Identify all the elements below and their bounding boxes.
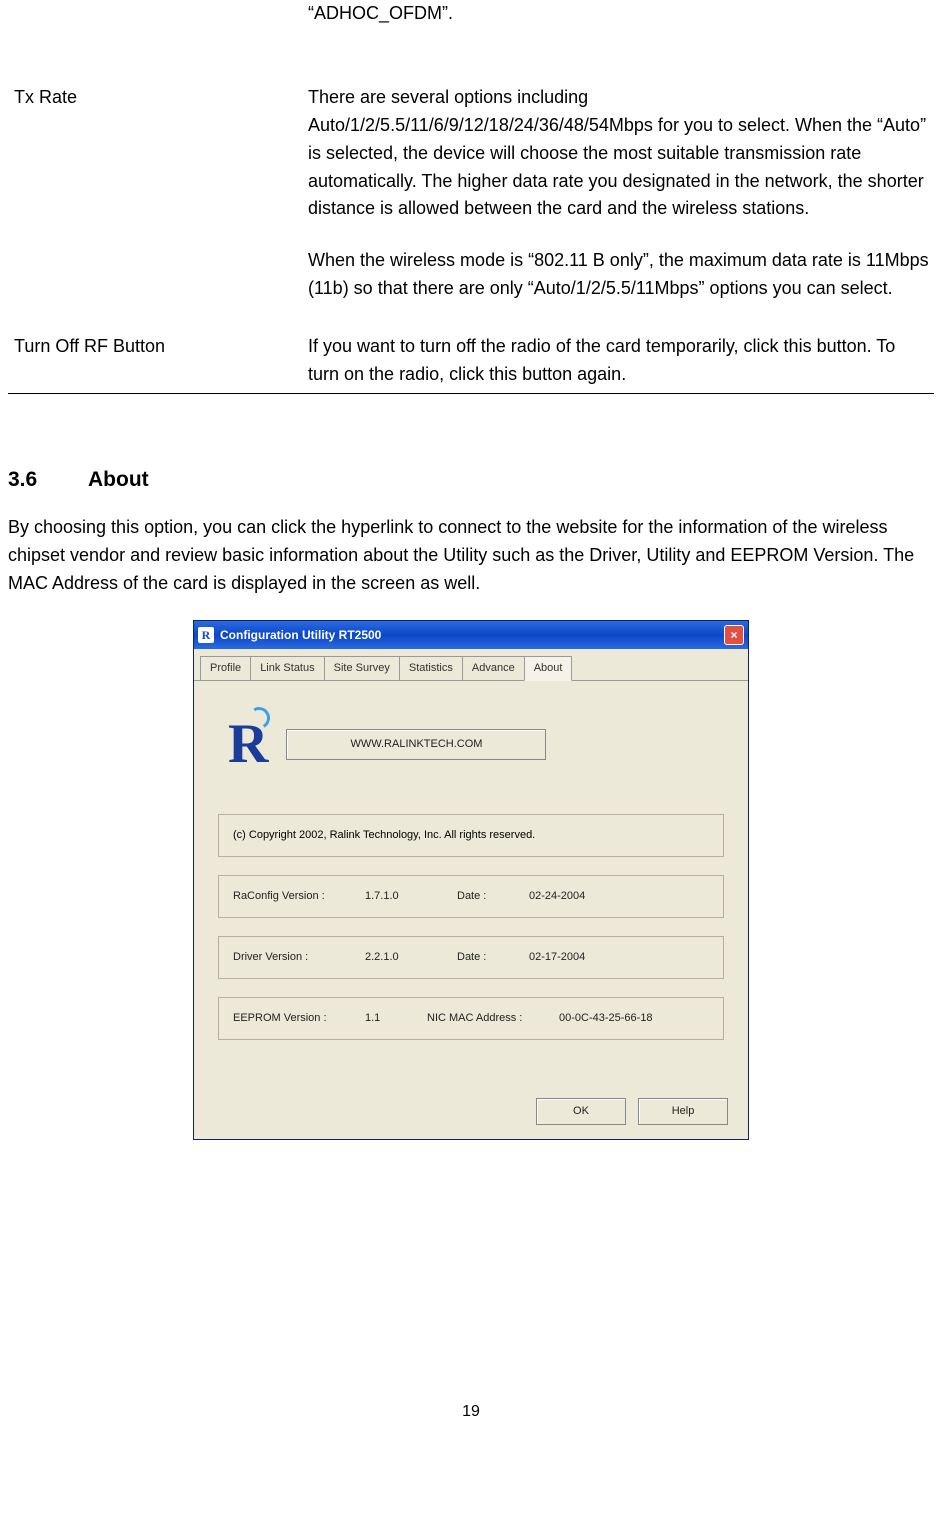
help-button[interactable]: Help	[638, 1098, 728, 1125]
dialog-button-row: OK Help	[194, 1088, 748, 1139]
table-row: Tx Rate There are several options includ…	[8, 84, 934, 303]
param-label: Turn Off RF Button	[8, 333, 308, 389]
tab-statistics[interactable]: Statistics	[399, 656, 463, 680]
tab-site-survey[interactable]: Site Survey	[324, 656, 400, 680]
driver-date: 02-17-2004	[529, 949, 585, 966]
mac-label: NIC MAC Address :	[427, 1010, 547, 1027]
window-title: Configuration Utility RT2500	[220, 626, 381, 645]
driver-label: Driver Version :	[233, 949, 353, 966]
raconfig-box: RaConfig Version : 1.7.1.0 Date : 02-24-…	[218, 875, 724, 918]
table-row: Turn Off RF Button If you want to turn o…	[8, 333, 934, 389]
page-number: 19	[8, 1400, 934, 1425]
param-desc: When the wireless mode is “802.11 B only…	[308, 247, 930, 303]
tab-profile[interactable]: Profile	[200, 656, 251, 680]
table-row: “ADHOC_OFDM”.	[8, 0, 934, 28]
eeprom-value: 1.1	[365, 1010, 415, 1027]
raconfig-value: 1.7.1.0	[365, 888, 445, 905]
dialog-screenshot: R Configuration Utility RT2500 × Profile…	[8, 620, 934, 1140]
raconfig-date: 02-24-2004	[529, 888, 585, 905]
tab-link-status[interactable]: Link Status	[250, 656, 324, 680]
app-icon: R	[198, 627, 214, 643]
tab-strip: Profile Link Status Site Survey Statisti…	[194, 649, 748, 681]
section-title: About	[88, 468, 149, 491]
copyright-text: (c) Copyright 2002, Ralink Technology, I…	[233, 829, 535, 841]
section-body: By choosing this option, you can click t…	[8, 514, 934, 598]
param-desc: There are several options including Auto…	[308, 84, 930, 223]
raconfig-date-label: Date :	[457, 888, 517, 905]
param-desc: If you want to turn off the radio of the…	[308, 333, 930, 389]
about-panel: R WWW.RALINKTECH.COM (c) Copyright 2002,…	[194, 681, 748, 1088]
param-label: Tx Rate	[8, 84, 308, 303]
eeprom-box: EEPROM Version : 1.1 NIC MAC Address : 0…	[218, 997, 724, 1040]
mac-value: 00-0C-43-25-66-18	[559, 1010, 653, 1027]
close-icon[interactable]: ×	[724, 625, 744, 645]
parameter-table: “ADHOC_OFDM”. Tx Rate There are several …	[8, 0, 934, 394]
tab-advance[interactable]: Advance	[462, 656, 525, 680]
eeprom-label: EEPROM Version :	[233, 1010, 353, 1027]
copyright-box: (c) Copyright 2002, Ralink Technology, I…	[218, 814, 724, 857]
param-label	[8, 0, 308, 28]
titlebar[interactable]: R Configuration Utility RT2500 ×	[194, 621, 748, 649]
driver-date-label: Date :	[457, 949, 517, 966]
driver-value: 2.2.1.0	[365, 949, 445, 966]
section-number: 3.6	[8, 464, 88, 497]
config-utility-window: R Configuration Utility RT2500 × Profile…	[193, 620, 749, 1140]
tab-about[interactable]: About	[524, 656, 573, 681]
vendor-link-button[interactable]: WWW.RALINKTECH.COM	[286, 729, 546, 760]
section-heading: 3.6About	[8, 464, 934, 497]
ralink-logo-icon: R	[228, 701, 268, 788]
raconfig-label: RaConfig Version :	[233, 888, 353, 905]
param-desc: “ADHOC_OFDM”.	[308, 0, 930, 28]
ok-button[interactable]: OK	[536, 1098, 626, 1125]
driver-box: Driver Version : 2.2.1.0 Date : 02-17-20…	[218, 936, 724, 979]
